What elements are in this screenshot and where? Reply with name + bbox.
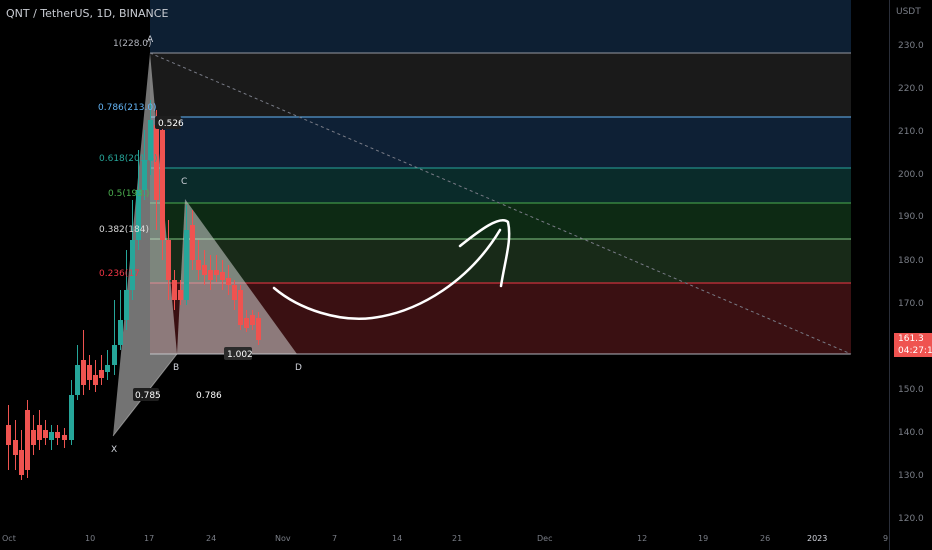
- candle-body: [190, 225, 195, 260]
- point-label-c: C: [181, 177, 187, 187]
- time-tick: 2023: [807, 534, 827, 543]
- fib-label-0618: 0.618(201.3): [99, 154, 158, 164]
- fib-zone-2: [150, 53, 851, 117]
- candle-body: [202, 265, 207, 275]
- candle-body: [55, 432, 60, 438]
- fib-zone-4: [150, 168, 851, 203]
- candle-body: [31, 430, 36, 445]
- time-tick: 19: [698, 534, 708, 543]
- candle-body: [99, 370, 104, 378]
- fib-zone-6: [150, 239, 851, 283]
- price-axis[interactable]: [889, 0, 932, 550]
- candle-body: [166, 240, 171, 280]
- candle-body: [19, 450, 24, 475]
- time-tick: 7: [332, 534, 337, 543]
- time-tick: 12: [637, 534, 647, 543]
- time-tick: 9: [883, 534, 888, 543]
- candle-body: [226, 278, 231, 285]
- ratio-badge-bc: 0.526: [158, 119, 184, 129]
- candle-body: [6, 425, 11, 445]
- fib-label-0786: 0.786(213.0): [98, 103, 157, 113]
- time-tick: 14: [392, 534, 402, 543]
- symbol-title: QNT / TetherUS, 1D, BINANCE: [6, 7, 169, 20]
- time-tick: Dec: [537, 534, 552, 543]
- candle-body: [112, 345, 117, 365]
- candle-body: [43, 430, 48, 438]
- point-label-x: X: [111, 445, 117, 455]
- candle-body: [25, 410, 30, 470]
- candle-body: [87, 365, 92, 380]
- candle-body: [172, 280, 177, 300]
- time-axis-ticks: Oct 10 17 24 Nov 7 14 21 Dec 12 19 26 20…: [2, 534, 888, 543]
- fib-label-0236: 0.236(17: [99, 269, 140, 279]
- candle-body: [105, 365, 110, 372]
- point-label-b: B: [173, 363, 179, 373]
- time-tick: Oct: [2, 534, 16, 543]
- candle-body: [160, 130, 165, 240]
- candle-body: [244, 318, 249, 328]
- candle-body: [118, 320, 123, 345]
- candle-body: [214, 270, 219, 275]
- fib-label-0382: 0.382(184): [99, 225, 149, 235]
- fib-label-05: 0.5(193.): [108, 189, 149, 199]
- candle-body: [49, 432, 54, 440]
- candle-body: [130, 240, 135, 290]
- fib-zone-1: [150, 0, 851, 53]
- ratio-badge-ac: 0.786: [196, 391, 222, 401]
- candle-body: [75, 365, 80, 395]
- candle-body: [81, 360, 86, 385]
- candle-body: [238, 290, 243, 325]
- candle-body: [208, 270, 213, 280]
- time-tick: Nov: [275, 534, 291, 543]
- bar-countdown: 04:27:19: [898, 346, 932, 356]
- price-chart[interactable]: 1(228.0) 0.786(213.0) 0.618(201.3) 0.5(1…: [0, 0, 932, 550]
- candle-body: [220, 272, 225, 280]
- point-label-d: D: [295, 363, 302, 373]
- candle-body: [232, 285, 237, 300]
- candle-body: [178, 290, 183, 300]
- candle-body: [256, 318, 261, 340]
- ratio-badge-xb: 0.785: [135, 391, 161, 401]
- ratio-badge-xd: 1.002: [227, 350, 253, 360]
- candle-body: [250, 315, 255, 325]
- candle-body: [124, 290, 129, 320]
- current-price-tag: 161.3 04:27:19: [894, 333, 932, 357]
- candle-body: [37, 425, 42, 440]
- fib-label-1: 1(228.0): [113, 39, 152, 49]
- point-label-a: A: [147, 35, 154, 45]
- fib-zone-3: [150, 117, 851, 168]
- time-tick: 21: [452, 534, 462, 543]
- time-tick: 10: [85, 534, 95, 543]
- candle-body: [69, 395, 74, 440]
- candle-body: [13, 440, 18, 455]
- time-tick: 26: [760, 534, 770, 543]
- candle-body: [142, 160, 147, 190]
- candle-body: [93, 375, 98, 385]
- time-tick: 17: [144, 534, 154, 543]
- candle-body: [196, 260, 201, 270]
- candle-body: [184, 230, 189, 300]
- time-tick: 24: [206, 534, 216, 543]
- candle-body: [62, 435, 67, 440]
- current-price: 161.3: [898, 334, 924, 344]
